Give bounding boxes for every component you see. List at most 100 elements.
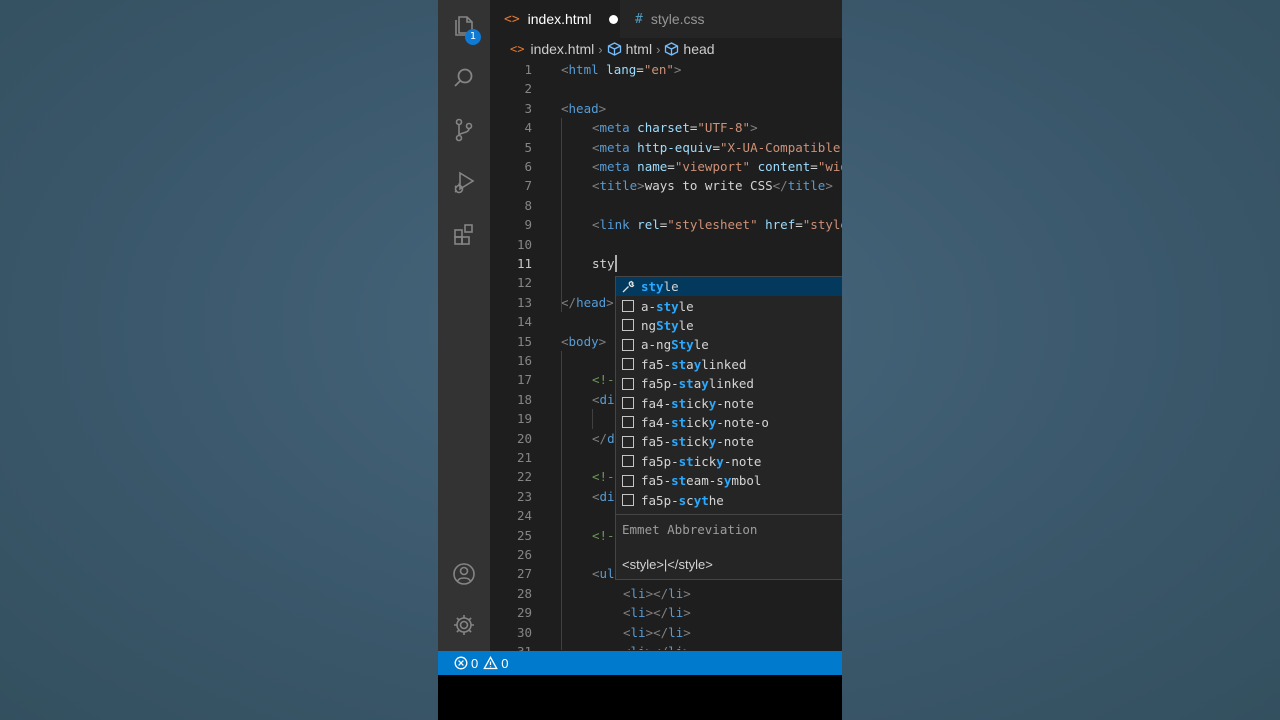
code-token: "en" [643, 62, 674, 77]
code-token: > [750, 120, 758, 136]
code-token: < [592, 178, 600, 194]
suggestion-item[interactable]: fa5p-sticky-note [616, 452, 842, 471]
code-token: > [637, 178, 645, 194]
code-token: </ [772, 178, 788, 194]
code-token: > [683, 605, 691, 621]
source-control-button[interactable] [438, 106, 490, 154]
line-number: 12 [516, 275, 532, 291]
line-number: 13 [516, 294, 532, 310]
suggestion-label: fa5p-scythe [641, 493, 724, 508]
code-token: ></ [645, 605, 669, 621]
suggestion-label-part: -note [716, 395, 754, 411]
suggestion-label: fa5p-sticky-note [641, 454, 761, 469]
code-line: <li></li> [623, 623, 691, 642]
suggestion-item[interactable]: fa5p-scythe [616, 490, 842, 509]
tab-index-html[interactable]: <> index.html [490, 0, 620, 38]
breadcrumb-head[interactable]: head [664, 41, 715, 57]
code-token: < [592, 488, 600, 504]
code-line: sty [592, 254, 615, 273]
suggestion-item[interactable]: a-ngStyle [616, 335, 842, 354]
suggestion-label-part: ick [686, 414, 709, 430]
code-token: ul [599, 566, 615, 582]
suggestion-label-part: le [693, 337, 709, 353]
code-token: "width=device-width" [817, 159, 842, 174]
suggestion-item[interactable]: fa5p-staylinked [616, 374, 842, 393]
line-number: 8 [524, 197, 532, 213]
code-token: > [598, 100, 607, 116]
code-token: ></ [646, 644, 669, 650]
settings-button[interactable] [438, 601, 490, 649]
code-line: <link rel="stylesheet" href="style.css"> [592, 215, 842, 234]
suggestion-label-part: he [708, 492, 724, 508]
code-line: <body> [561, 332, 606, 351]
breadcrumb-label: head [683, 41, 715, 57]
line-number: 2 [524, 81, 532, 97]
word-icon [622, 358, 634, 371]
code-token: sty [592, 256, 615, 271]
letterbox-bottom [438, 675, 842, 720]
extensions-button[interactable] [438, 210, 490, 258]
line-number: 6 [524, 159, 532, 174]
suggestion-label-part: fa5- [641, 434, 672, 450]
suggestion-label-part: fa5p- [641, 453, 679, 469]
line-number: 27 [516, 566, 532, 582]
suggestion-label-part: ick [686, 434, 709, 450]
code-line: <meta charset="UTF-8"> [592, 118, 758, 137]
suggestion-detail-preview: <style>|</style> [622, 557, 713, 572]
code-token: < [592, 217, 600, 233]
line-number: 26 [516, 547, 532, 562]
suggestion-item[interactable]: fa4-sticky-note [616, 393, 842, 412]
word-icon [622, 474, 634, 487]
code-token: </ [561, 294, 577, 310]
problems-indicator[interactable]: 0 0 [454, 656, 508, 671]
code-token: > [683, 644, 691, 650]
breadcrumb-html[interactable]: html [607, 41, 652, 57]
tab-style-css[interactable]: # style.css [621, 0, 744, 38]
suggestion-label-part: linked [701, 356, 747, 372]
unsaved-dot-icon[interactable] [609, 14, 619, 24]
suggestion-label: ngStyle [641, 318, 694, 333]
code-token: content [757, 159, 811, 174]
code-token: "style.css" [802, 217, 842, 233]
code-token: </ [592, 430, 608, 446]
code-token: name [637, 159, 668, 174]
word-icon [622, 494, 634, 507]
search-icon [454, 68, 473, 87]
code-token: li [668, 624, 684, 640]
code-token: "X-UA-Compatible" [719, 139, 842, 155]
css-file-icon: # [635, 11, 643, 27]
code-token: = [636, 62, 644, 77]
suggestion-item[interactable]: ngStyle [616, 316, 842, 335]
suggestion-item[interactable]: fa5-sticky-note [616, 432, 842, 451]
tab-label: index.html [527, 11, 592, 27]
code-token: > [683, 624, 691, 640]
status-bar: 0 0 [438, 651, 842, 675]
html-file-icon: <> [504, 11, 520, 27]
suggestion-label-part: a [686, 356, 694, 372]
suggestion-item[interactable]: fa5-staylinked [616, 355, 842, 374]
explorer-button[interactable]: 1 [438, 2, 490, 50]
code-token: rel [637, 217, 660, 233]
code-token: < [623, 624, 631, 640]
code-token: < [592, 159, 600, 174]
activity-bar: 1 [438, 0, 490, 651]
line-number: 15 [516, 333, 532, 349]
suggestion-detail-title: Emmet Abbreviation [622, 522, 758, 537]
line-number: 20 [516, 430, 532, 446]
code-token: ></ [645, 585, 669, 601]
accounts-button[interactable] [438, 550, 490, 598]
line-number: 30 [516, 624, 532, 640]
suggestion-item[interactable]: style [616, 277, 842, 297]
run-debug-button[interactable] [438, 158, 490, 206]
suggestion-item[interactable]: a-style [616, 296, 842, 315]
breadcrumb-file[interactable]: <> index.html [510, 41, 594, 57]
suggestion-item[interactable]: fa4-sticky-note-o [616, 413, 842, 432]
suggestion-label-part: ick [686, 395, 709, 411]
code-token: > [606, 294, 614, 310]
suggestion-label-part: Sty [671, 337, 694, 353]
suggestion-label-part: Sty [656, 317, 679, 333]
code-token: head [568, 100, 599, 116]
search-button[interactable] [438, 54, 490, 102]
suggestion-item[interactable]: fa5-steam-symbol [616, 471, 842, 490]
